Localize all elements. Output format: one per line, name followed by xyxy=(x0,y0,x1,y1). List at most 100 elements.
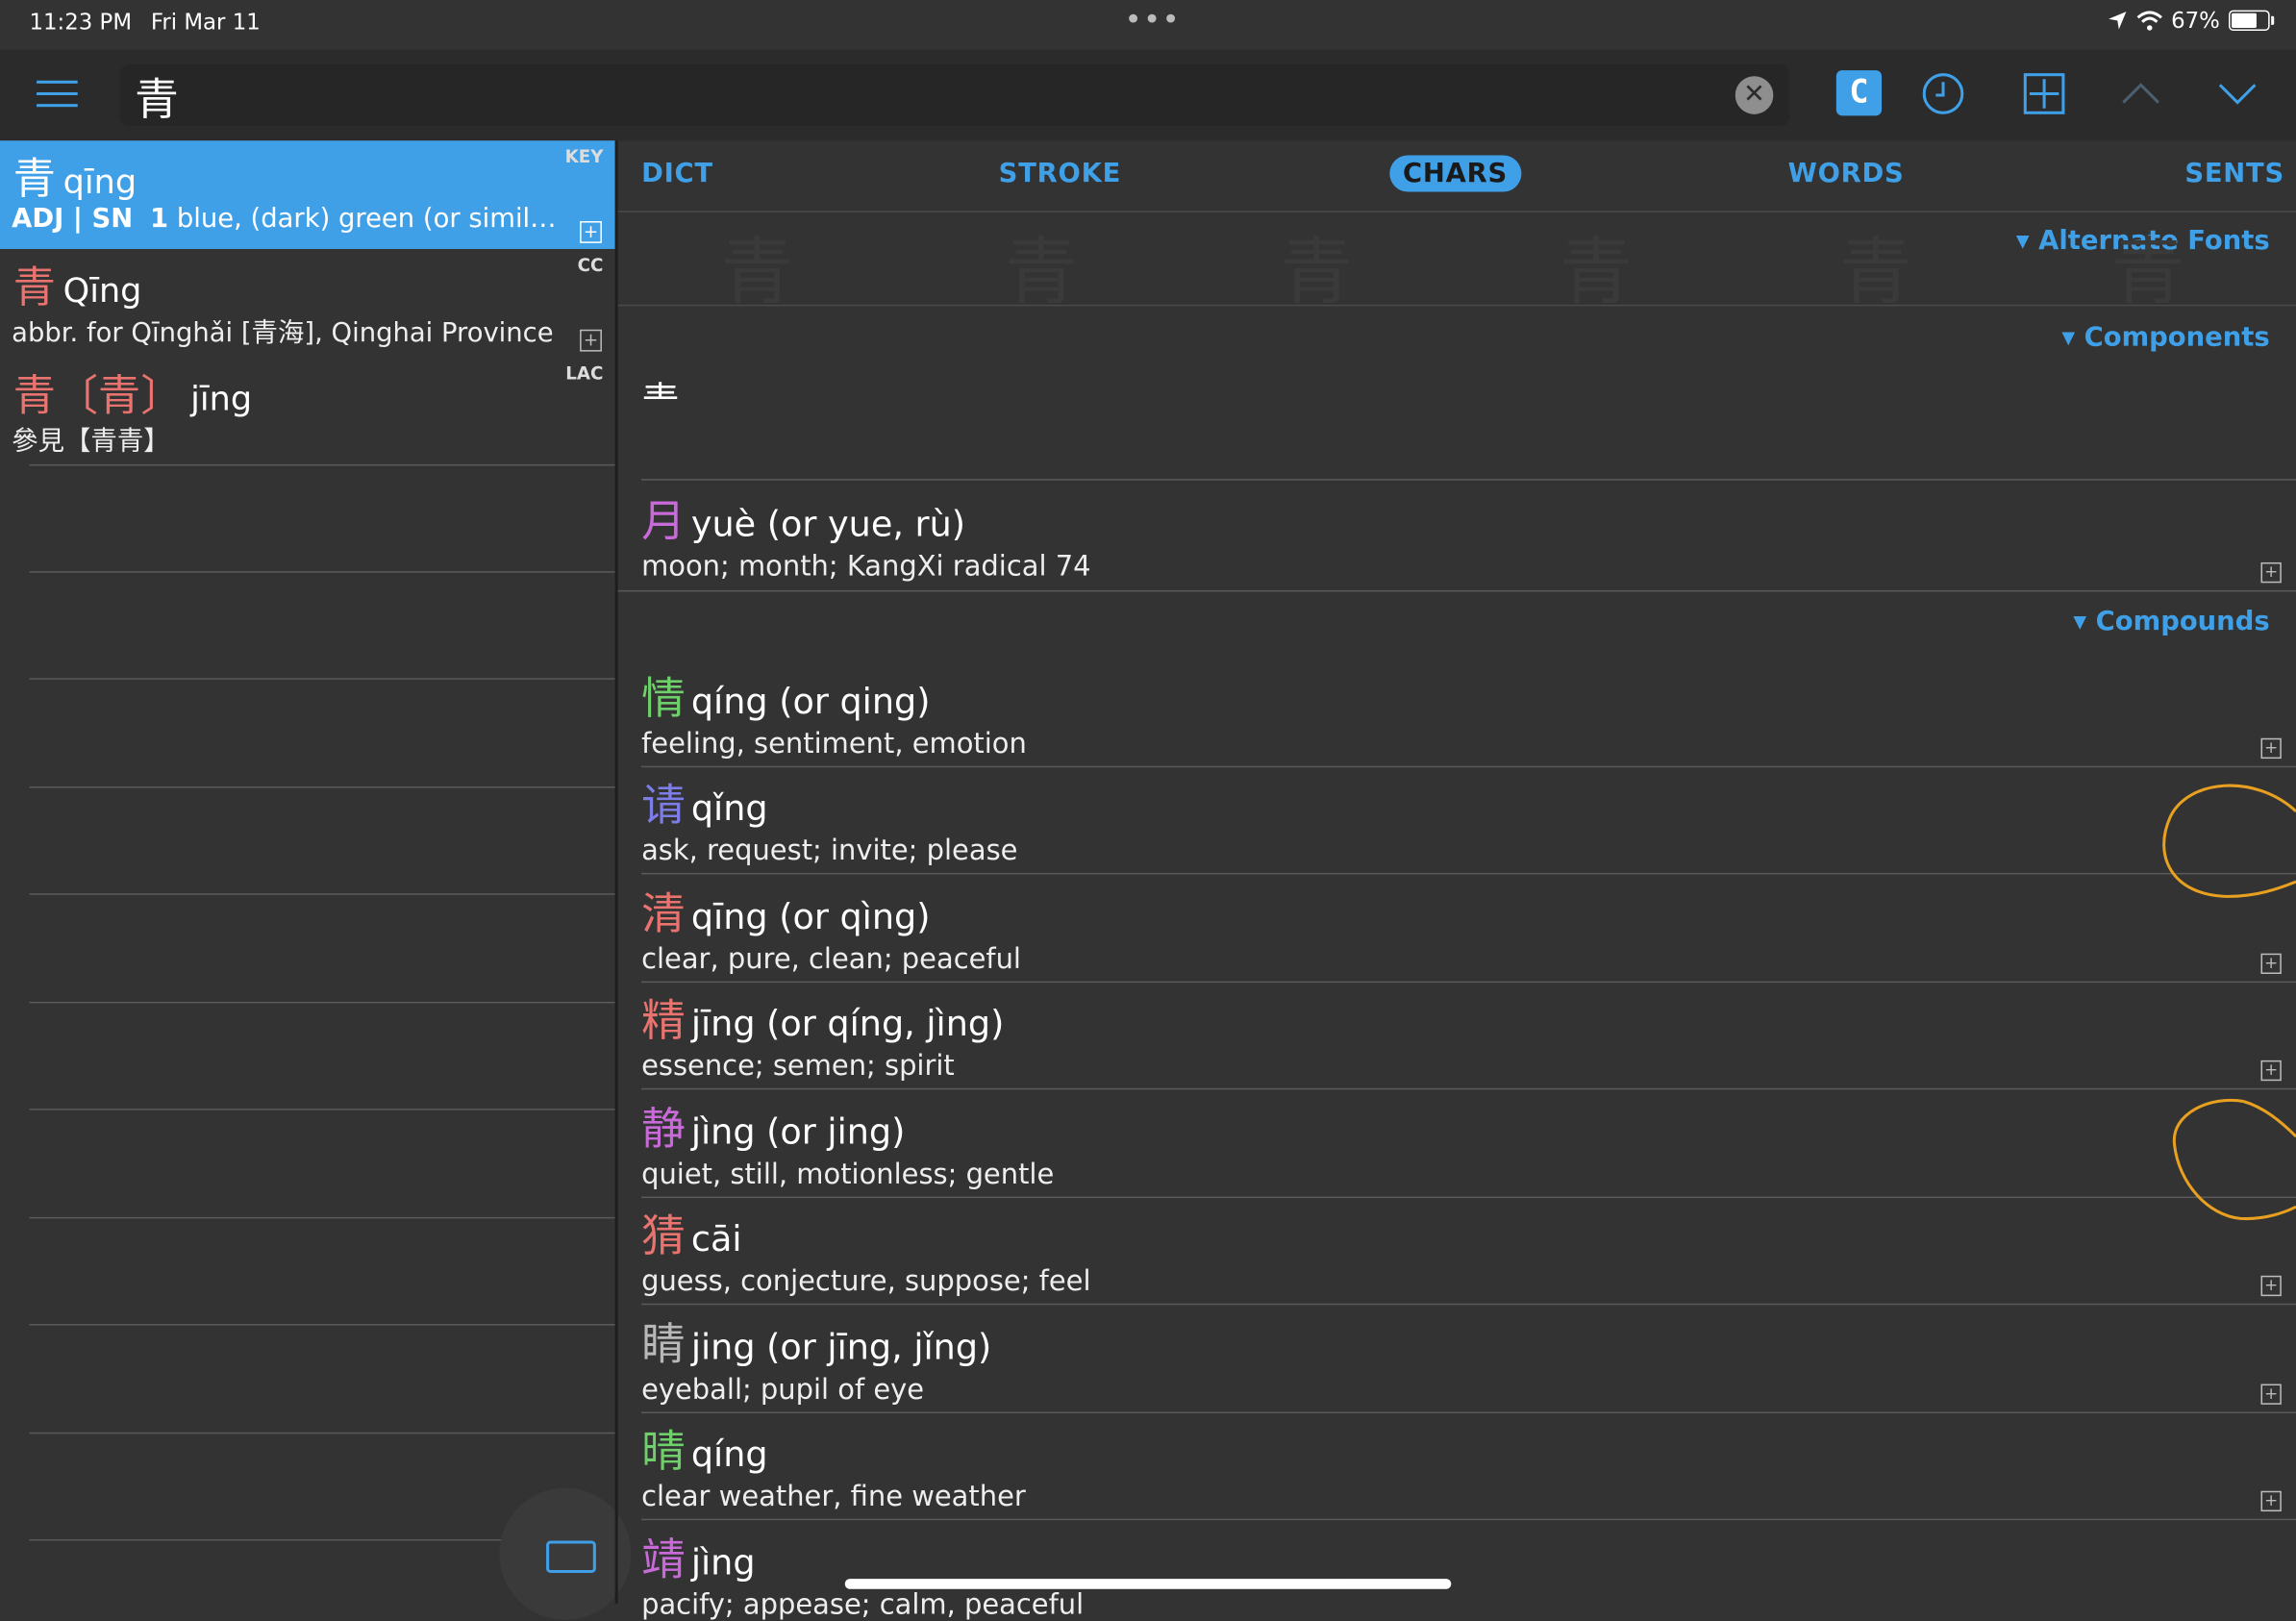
compound-pinyin: qīng (or qìng) xyxy=(690,896,931,937)
previous-up-icon[interactable] xyxy=(2117,70,2164,117)
compound-definition: pacify; appease; calm, peaceful xyxy=(641,1588,1085,1621)
add-compound-icon[interactable]: + xyxy=(2260,737,2282,760)
status-bar: 11:23 PM Fri Mar 11 ••• 67% xyxy=(0,0,2296,50)
add-flashcard-icon[interactable] xyxy=(2021,70,2068,117)
compound-hanzi: 睛 xyxy=(641,1319,686,1371)
divider xyxy=(641,1196,2296,1199)
compounds-header[interactable]: ▾ Compounds xyxy=(2073,607,2269,637)
components-header[interactable]: ▾ Components xyxy=(2061,322,2269,353)
alternate-fonts-row[interactable]: ▾ Alternate Fonts 青 青 青 青 青 青 xyxy=(617,211,2296,307)
divider xyxy=(641,765,2296,768)
compound-hanzi: 清 xyxy=(641,888,686,940)
compound-item[interactable]: 睛 jing (or jīng, jǐng) eyeball; pupil of … xyxy=(641,1308,2296,1410)
multitasking-dots-icon[interactable]: ••• xyxy=(1125,2,1181,37)
entry-source-tag: CC xyxy=(577,255,604,276)
tab-dict[interactable]: DICT xyxy=(641,159,713,189)
compound-pinyin: cāi xyxy=(690,1218,742,1260)
compound-definition: feeling, sentiment, emotion xyxy=(641,728,1027,761)
divider xyxy=(29,678,615,680)
keyboard-icon[interactable] xyxy=(546,1540,596,1574)
tab-chars[interactable]: CHARS xyxy=(1389,155,1521,192)
alt-font-glyph: 青 xyxy=(1559,230,1634,305)
radical-item[interactable]: 月 yuè (or yue, rù) moon; month; KangXi ra… xyxy=(641,485,2296,590)
add-compound-icon[interactable]: + xyxy=(2260,1275,2282,1297)
compound-pinyin: jìng xyxy=(690,1542,756,1584)
tab-sents[interactable]: SENTS xyxy=(2184,159,2284,189)
alt-font-glyph: 青 xyxy=(1838,230,1913,305)
compound-definition: quiet, still, motionless; gentle xyxy=(641,1158,1055,1191)
divider xyxy=(29,1432,615,1434)
search-input[interactable] xyxy=(132,67,1720,123)
compound-definition: clear, pure, clean; peaceful xyxy=(641,943,1021,976)
clear-search-button[interactable]: ✕ xyxy=(1734,76,1774,114)
divider xyxy=(29,571,615,573)
annotation-circles xyxy=(2162,784,2296,1221)
annotation-circle xyxy=(2162,784,2296,898)
divider xyxy=(29,1001,615,1004)
alt-font-glyph: 青 xyxy=(1004,230,1078,305)
entry-source-tag: LAC xyxy=(565,362,604,385)
home-indicator[interactable] xyxy=(844,1579,1452,1589)
entry-source-tag: KEY xyxy=(564,146,604,167)
next-down-icon[interactable] xyxy=(2214,70,2261,117)
search-box: ✕ xyxy=(119,64,1790,127)
history-clock-icon[interactable] xyxy=(1920,70,1967,117)
clipboard-c-button[interactable]: C xyxy=(1835,70,1883,116)
radical-definition: moon; month; KangXi radical 74 xyxy=(641,550,1091,584)
compound-pinyin: qíng (or qing) xyxy=(690,681,931,722)
divider xyxy=(29,1324,615,1326)
compound-item[interactable]: 情 qíng (or qing) feeling, sentiment, emot… xyxy=(641,662,2296,765)
compound-pinyin: qǐng xyxy=(690,787,768,830)
divider xyxy=(641,872,2296,875)
compound-item[interactable]: 静 jìng (or jing) quiet, still, motionless… xyxy=(641,1092,2296,1195)
detail-panel: DICT STROKE CHARS WORDS SENTS ▾ Alternat… xyxy=(617,140,2296,1621)
divider xyxy=(29,1216,615,1219)
radical-hanzi: 月 xyxy=(641,496,686,548)
results-list: 青 qīng KEY ADJ | SN 1 blue, (dark) green… xyxy=(0,140,632,1620)
compound-item[interactable]: 清 qīng (or qìng) clear, pure, clean; peac… xyxy=(641,877,2296,980)
divider xyxy=(641,1518,2296,1521)
compound-item[interactable]: 请 qǐng ask, request; invite; please xyxy=(641,769,2296,872)
radical-pinyin: yuè (or yue, rù) xyxy=(690,504,966,545)
list-item-lac[interactable]: 青〔青〕 jīng LAC 參見【青青】 xyxy=(0,358,615,466)
list-item-key[interactable]: 青 qīng KEY ADJ | SN 1 blue, (dark) green… xyxy=(0,140,615,249)
status-date: Fri Mar 11 xyxy=(150,9,261,36)
add-radical-icon[interactable]: + xyxy=(2260,561,2282,584)
divider xyxy=(641,981,2296,984)
list-item-cc[interactable]: 青 Qīng CC abbr. for Qīnghǎi [青海], Qingha… xyxy=(0,249,615,358)
battery-fill xyxy=(2232,12,2258,28)
alt-font-glyph: 青 xyxy=(720,230,794,305)
compound-pinyin: qíng xyxy=(690,1434,768,1475)
location-icon xyxy=(2108,12,2126,30)
entry-pos-tags: ADJ | SN xyxy=(12,203,134,235)
battery-percent: 67% xyxy=(2171,7,2220,35)
entry-pinyin: jīng xyxy=(190,381,253,419)
compound-item[interactable]: 靖 jìng pacify; appease; calm, peaceful xyxy=(641,1523,2296,1621)
divider xyxy=(617,589,2296,592)
entry-pinyin: qīng xyxy=(62,163,137,203)
add-entry-icon[interactable]: + xyxy=(580,221,602,243)
alt-font-glyph: 青 xyxy=(1280,230,1354,305)
entry-hanzi: 青 xyxy=(12,262,56,312)
entry-definition: 參見【青青】 xyxy=(12,426,170,458)
tab-words[interactable]: WORDS xyxy=(1788,159,1905,189)
tab-stroke[interactable]: STROKE xyxy=(999,159,1121,189)
compound-hanzi: 情 xyxy=(641,673,686,726)
divider xyxy=(641,479,2296,481)
compound-pinyin: jìng (or jing) xyxy=(690,1111,906,1153)
divider xyxy=(29,786,615,788)
divider xyxy=(641,1303,2296,1306)
compound-definition: guess, conjecture, suppose; feel xyxy=(641,1265,1091,1298)
tab-bar: DICT STROKE CHARS WORDS SENTS xyxy=(617,140,2296,212)
compound-item[interactable]: 晴 qíng clear weather, fine weather + xyxy=(641,1415,2296,1518)
menu-icon[interactable] xyxy=(37,80,78,110)
compound-pinyin: jing (or jīng, jǐng) xyxy=(690,1327,992,1368)
add-compound-icon[interactable]: + xyxy=(2260,1384,2282,1405)
component-glyph[interactable]: 龶 xyxy=(641,372,680,426)
compound-item[interactable]: 精 jīng (or qíng, jìng) essence; semen; sp… xyxy=(641,985,2296,1087)
add-entry-icon[interactable]: + xyxy=(580,329,602,352)
compound-item[interactable]: 猜 cāi guess, conjecture, suppose; feel + xyxy=(641,1200,2296,1303)
entry-pinyin: Qīng xyxy=(62,272,142,311)
add-compound-icon[interactable]: + xyxy=(2260,1490,2282,1512)
compound-hanzi: 请 xyxy=(641,780,686,833)
